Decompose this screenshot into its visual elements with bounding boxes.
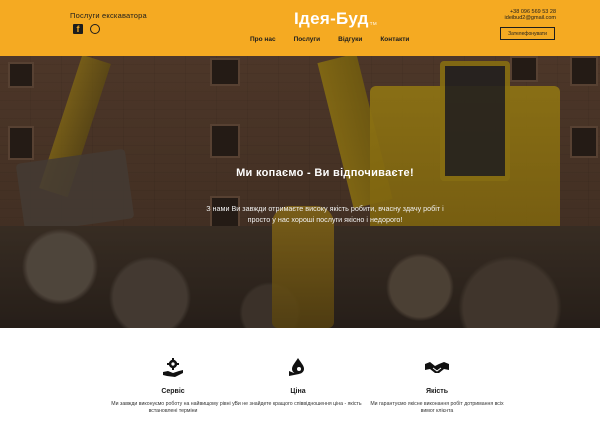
logo-trademark: TM (369, 21, 377, 26)
gear-hand-icon (161, 358, 185, 378)
feature-title: Ціна (290, 388, 306, 395)
viber-icon[interactable] (90, 24, 100, 34)
feature-service: Сервіс Ми завжди виконуємо роботу на най… (103, 328, 243, 415)
feature-price: Ціна Ви не знайдете кращого співвідношен… (228, 328, 368, 408)
nav-link-services[interactable]: Послуги (294, 36, 321, 43)
main-nav: Про нас Послуги Відгуки Контакти (250, 36, 409, 43)
contact-email[interactable]: ideibud2@gmail.com (505, 15, 556, 21)
feature-text: Ми гарантуємо якісне виконання робіт дот… (370, 401, 504, 414)
hero-title: Ми копаємо - Ви відпочиваєте! (236, 167, 414, 179)
feature-text: Ви не знайдете кращого співвідношення ці… (234, 401, 362, 407)
nav-link-contacts[interactable]: Контакти (380, 36, 409, 43)
feature-text: Ми завжди виконуємо роботу на найвищому … (111, 401, 235, 414)
feature-quality: Якість Ми гарантуємо якісне виконання ро… (367, 328, 507, 415)
hero-text: З нами Ви завжди отримаєте високу якість… (206, 204, 444, 224)
hero-section: Ми копаємо - Ви відпочиваєте! З нами Ви … (0, 56, 600, 328)
feature-title: Якість (425, 388, 449, 395)
services-label: Послуги екскаватора (70, 11, 147, 20)
logo-text: Ідея-Буд (294, 9, 369, 28)
nav-link-reviews[interactable]: Відгуки (338, 36, 362, 43)
hand-drop-icon (286, 358, 310, 378)
features-section: Сервіс Ми завжди виконуємо роботу на най… (0, 328, 600, 439)
facebook-icon[interactable]: f (73, 24, 83, 34)
nav-link-about[interactable]: Про нас (250, 36, 276, 43)
feature-title: Сервіс (161, 388, 185, 395)
site-header: Послуги екскаватора f Ідея-БудTM Про нас… (0, 0, 600, 56)
social-links: f (73, 24, 100, 34)
hero-overlay (0, 56, 600, 328)
site-logo[interactable]: Ідея-БудTM (294, 9, 377, 29)
handshake-icon (425, 358, 449, 378)
call-button[interactable]: Зателефонувати (500, 27, 555, 40)
